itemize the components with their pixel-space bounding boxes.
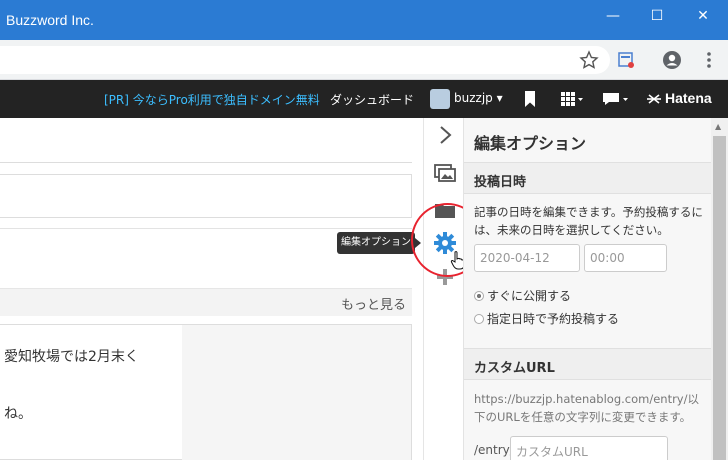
chevron-right-icon[interactable] bbox=[433, 123, 457, 147]
divider bbox=[0, 162, 412, 163]
hatena-logo-icon bbox=[647, 94, 661, 104]
edit-options-panel: 編集オプション 投稿日時 記事の日時を編集できます。予約投稿するには、未来の日時… bbox=[463, 118, 712, 460]
post-date-section-header: 投稿日時 bbox=[464, 162, 712, 194]
body-text-line: 愛知牧場では2月末く bbox=[4, 349, 139, 365]
close-button[interactable]: ✕ bbox=[688, 6, 718, 26]
custom-url-description: https://buzzjp.hatenablog.com/entry/以下のU… bbox=[474, 392, 699, 424]
address-bar[interactable] bbox=[0, 46, 610, 74]
scroll-up-icon[interactable]: ▲ bbox=[715, 122, 721, 131]
editor-body[interactable]: 愛知牧場では2月末く ね。 bbox=[0, 324, 412, 460]
minimize-button[interactable]: — bbox=[598, 6, 628, 26]
custom-url-input[interactable]: カスタムURL bbox=[510, 436, 668, 460]
user-avatar[interactable] bbox=[430, 89, 450, 109]
radio-label: 指定日時で予約投稿する bbox=[487, 312, 620, 326]
editor-side-region bbox=[182, 325, 411, 460]
user-menu[interactable]: buzzjp ▾ bbox=[454, 91, 503, 105]
maximize-button[interactable]: ☐ bbox=[642, 6, 672, 26]
section-heading: 投稿日時 bbox=[474, 175, 527, 190]
sidebar-tool-strip bbox=[423, 118, 465, 460]
browser-menu-icon[interactable] bbox=[699, 50, 719, 70]
radio-publish-now[interactable]: すぐに公開する bbox=[474, 287, 571, 304]
section-heading: カスタムURL bbox=[474, 361, 555, 376]
custom-url-section-header: カスタムURL bbox=[464, 348, 712, 380]
radio-unchecked-icon bbox=[474, 314, 484, 324]
divider bbox=[0, 228, 412, 229]
post-date-description: 記事の日時を編集できます。予約投稿するには、未来の日時を選択してください。 bbox=[474, 205, 703, 237]
hatena-global-header: [PR] 今ならPro利用で独自ドメイン無料 ダッシュボード buzzjp ▾ … bbox=[0, 80, 728, 118]
radio-checked-icon bbox=[474, 291, 484, 301]
date-input[interactable]: 2020-04-12 bbox=[474, 244, 580, 272]
url-prefix: /entry/ bbox=[474, 443, 514, 457]
panel-title: 編集オプション bbox=[474, 134, 587, 153]
hatena-logo[interactable]: Hatena bbox=[665, 90, 712, 106]
pro-promo-link[interactable]: [PR] 今ならPro利用で独自ドメイン無料 bbox=[104, 91, 320, 108]
radio-schedule[interactable]: 指定日時で予約投稿する bbox=[474, 310, 619, 327]
apps-grid-icon[interactable] bbox=[560, 90, 584, 108]
more-link[interactable]: もっと見る bbox=[341, 294, 406, 313]
radio-label: すぐに公開する bbox=[487, 289, 572, 303]
browser-toolbar bbox=[0, 40, 728, 80]
bookmark-icon[interactable] bbox=[522, 90, 538, 108]
dashboard-link[interactable]: ダッシュボード bbox=[330, 91, 414, 108]
window-titlebar: Buzzword Inc. — ☐ ✕ bbox=[0, 0, 728, 40]
extension-icon[interactable] bbox=[616, 50, 636, 70]
time-input[interactable]: 00:00 bbox=[584, 244, 667, 272]
notifications-icon[interactable] bbox=[602, 90, 630, 108]
title-input[interactable] bbox=[0, 174, 412, 218]
window-title: Buzzword Inc. bbox=[6, 12, 94, 28]
panel-scrollbar[interactable]: ▲ bbox=[711, 118, 728, 460]
related-bar: もっと見る bbox=[0, 288, 412, 316]
editor-area: もっと見る 愛知牧場では2月末く ね。 bbox=[0, 118, 423, 460]
scrollbar-thumb[interactable] bbox=[713, 136, 726, 460]
image-icon[interactable] bbox=[433, 161, 457, 185]
tooltip: 編集オプション bbox=[337, 232, 421, 254]
body-text-line: ね。 bbox=[4, 406, 32, 422]
bookmark-star-icon[interactable] bbox=[579, 50, 599, 70]
username-label: buzzjp bbox=[454, 91, 493, 105]
profile-icon[interactable] bbox=[662, 50, 682, 70]
